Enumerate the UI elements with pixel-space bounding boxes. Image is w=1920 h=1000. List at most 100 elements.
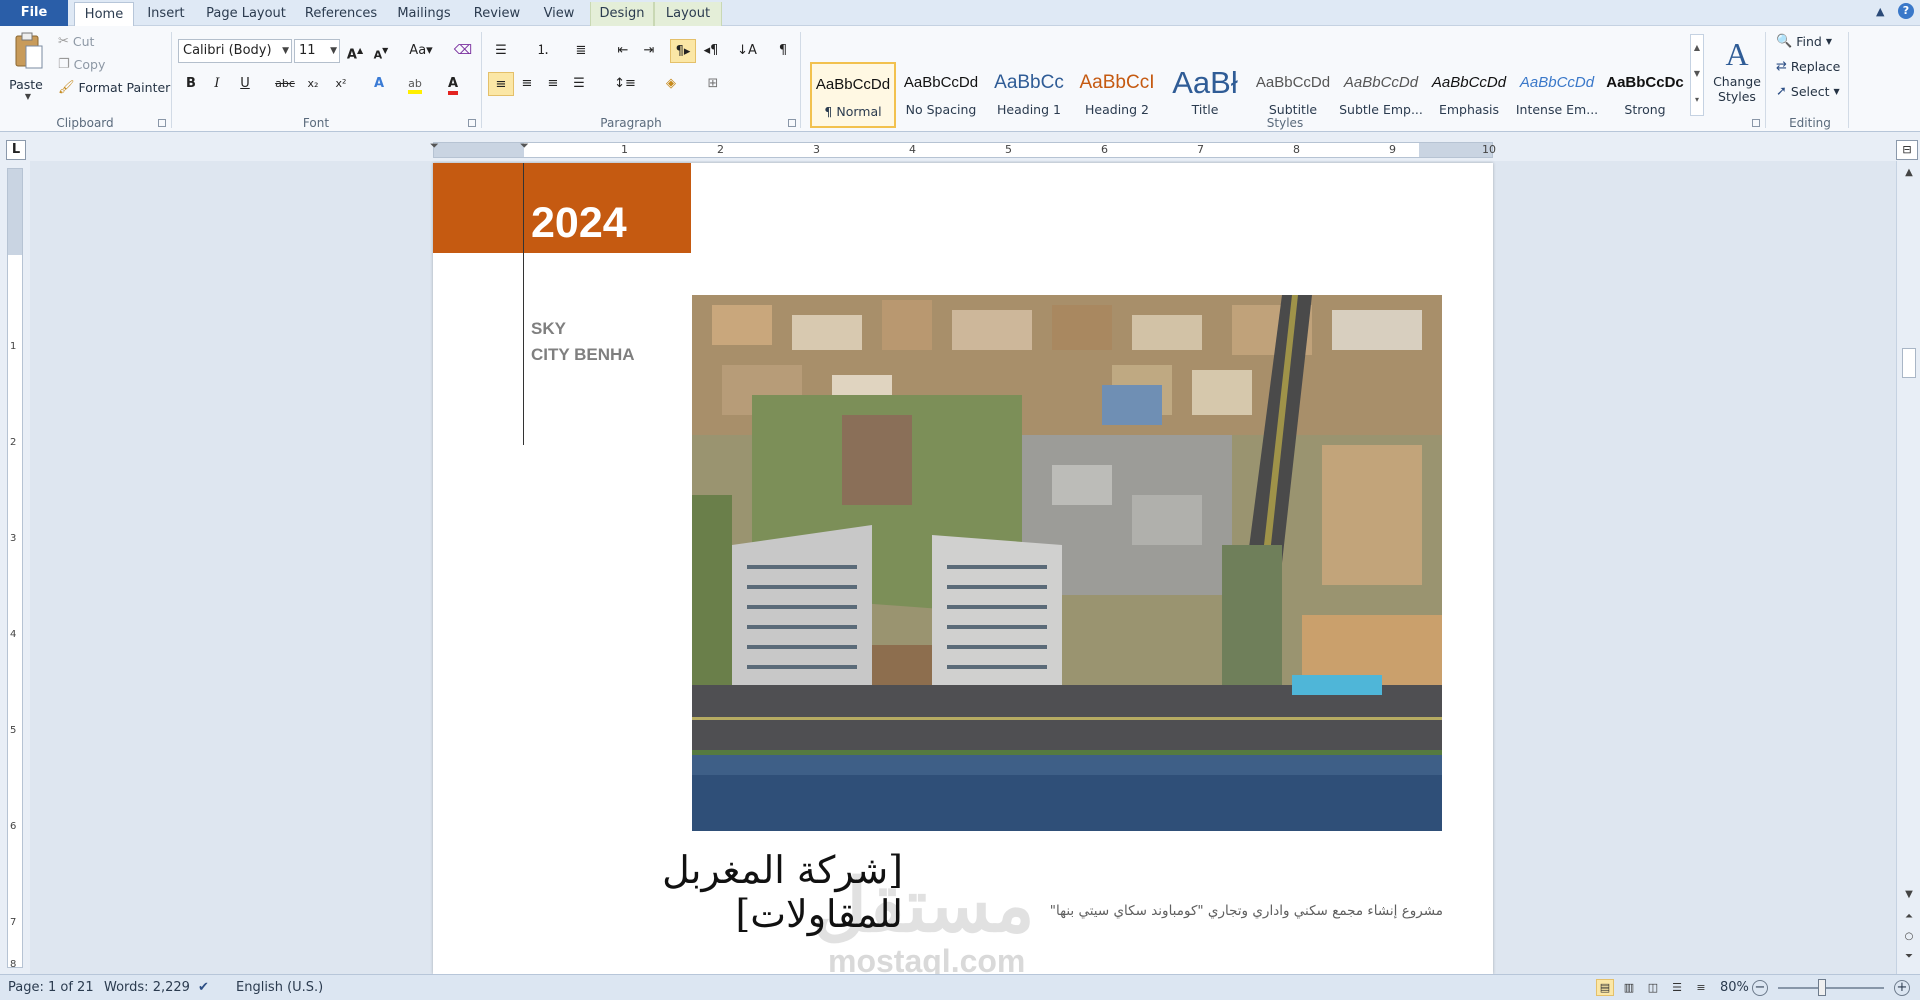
paragraph-group-label: Paragraph xyxy=(600,116,662,130)
vertical-scrollbar[interactable]: ▲ ▼ ⏶ ○ ⏷ xyxy=(1896,161,1920,974)
help-icon[interactable]: ? xyxy=(1898,3,1914,19)
draft-view-icon[interactable]: ≡ xyxy=(1692,979,1710,996)
print-layout-view-icon[interactable]: ▤ xyxy=(1596,979,1614,996)
view-ruler-icon[interactable]: ⊟ xyxy=(1896,140,1918,160)
tab-design[interactable]: Design xyxy=(590,2,654,26)
sort-icon: ↓A xyxy=(737,43,757,58)
browse-object-icon[interactable]: ○ xyxy=(1901,931,1917,942)
align-center-button[interactable]: ≡ xyxy=(514,72,540,96)
clipboard-launcher-icon[interactable] xyxy=(158,119,166,127)
sort-button[interactable]: ↓A xyxy=(734,39,760,63)
paste-button[interactable]: Paste ▼ xyxy=(9,32,46,101)
previous-page-icon[interactable]: ⏶ xyxy=(1901,911,1917,922)
line-spacing-button[interactable]: ↕≡ xyxy=(612,72,638,96)
show-marks-button[interactable]: ¶ xyxy=(770,39,796,63)
borders-button[interactable]: ⊞ xyxy=(700,72,726,96)
style-name: Strong xyxy=(1624,102,1666,117)
find-button[interactable]: 🔍 Find ▼ xyxy=(1776,34,1832,49)
align-left-button[interactable]: ≡ xyxy=(488,72,514,96)
word-count[interactable]: Words: 2,229 xyxy=(104,980,190,995)
increase-indent-button[interactable]: ⇥ xyxy=(636,39,662,63)
styles-scroll[interactable]: ▲ ▼ ▾ xyxy=(1690,34,1704,116)
ruler-number: 7 xyxy=(1197,143,1204,156)
align-right-button[interactable]: ≡ xyxy=(540,72,566,96)
shading-button[interactable]: ◈ xyxy=(658,72,684,96)
font-launcher-icon[interactable] xyxy=(468,119,476,127)
tab-page-layout[interactable]: Page Layout xyxy=(200,2,292,26)
find-label: Find xyxy=(1796,34,1822,49)
select-button[interactable]: ➚ Select ▼ xyxy=(1776,84,1840,99)
divider xyxy=(1848,32,1849,128)
zoom-out-icon[interactable]: − xyxy=(1752,980,1768,996)
bold-button[interactable]: B xyxy=(178,72,204,96)
tab-file[interactable]: File xyxy=(0,0,68,26)
shrink-font-button[interactable]: A▼ xyxy=(368,39,394,63)
numbering-button[interactable]: ⒈ xyxy=(530,39,556,63)
proofing-icon[interactable]: ✔ xyxy=(198,980,209,995)
justify-button[interactable]: ☰ xyxy=(566,72,592,96)
bullets-button[interactable]: ☰ xyxy=(488,39,514,63)
next-page-icon[interactable]: ⏷ xyxy=(1901,951,1917,962)
horizontal-ruler[interactable]: ⏷ ⏷ 1 2 3 4 5 6 7 8 9 10 xyxy=(430,139,1496,158)
word-window: File Home Insert Page Layout References … xyxy=(0,0,1920,1000)
styles-launcher-icon[interactable] xyxy=(1752,119,1760,127)
project-subtitle[interactable]: مشروع إنشاء مجمع سكني واداري وتجاري "كوم… xyxy=(853,903,1443,919)
multilevel-list-button[interactable]: ≣ xyxy=(568,39,594,63)
superscript-button[interactable]: x² xyxy=(328,72,354,96)
font-size-combo[interactable]: 11 ▼ xyxy=(294,39,340,63)
company-name-title[interactable]: [شركة المغربل للمقاولات] xyxy=(483,848,903,936)
replace-label: Replace xyxy=(1790,59,1841,74)
copy-button[interactable]: ❐ Copy xyxy=(58,57,105,72)
change-styles-button[interactable]: A Change Styles xyxy=(1710,34,1764,104)
right-to-left-button[interactable]: ◂¶ xyxy=(698,39,724,63)
replace-button[interactable]: ⇄ Replace xyxy=(1776,59,1840,74)
tab-layout[interactable]: Layout xyxy=(654,2,722,26)
underline-button[interactable]: U xyxy=(232,72,258,96)
subscript-button[interactable]: x₂ xyxy=(300,72,326,96)
page-count[interactable]: Page: 1 of 21 xyxy=(8,980,94,995)
indent-marker-icon[interactable]: ⏷ xyxy=(520,139,529,153)
tab-home[interactable]: Home xyxy=(74,2,134,27)
style-name: Subtitle xyxy=(1268,102,1318,117)
full-screen-reading-icon[interactable]: ▥ xyxy=(1620,979,1638,996)
scroll-thumb[interactable] xyxy=(1902,348,1916,378)
change-case-button[interactable]: Aa▾ xyxy=(404,39,438,63)
language[interactable]: English (U.S.) xyxy=(236,980,323,995)
tab-insert[interactable]: Insert xyxy=(140,2,192,26)
text-effects-button[interactable]: A xyxy=(366,72,392,96)
zoom-level[interactable]: 80% xyxy=(1720,980,1749,995)
tab-view[interactable]: View xyxy=(536,2,582,26)
strikethrough-button[interactable]: abc xyxy=(272,72,298,96)
decrease-indent-button[interactable]: ⇤ xyxy=(610,39,636,63)
document-page[interactable]: 2024 SKY CITY BENHA مستقل mostaql.com [ش… xyxy=(433,163,1493,974)
font-name-combo[interactable]: Calibri (Body) ▼ xyxy=(178,39,292,63)
tab-review[interactable]: Review xyxy=(466,2,528,26)
italic-button[interactable]: I xyxy=(204,72,230,96)
scroll-down-icon[interactable]: ▼ xyxy=(1901,889,1917,900)
indent-marker-icon[interactable]: ⏷ xyxy=(430,139,439,153)
highlight-button[interactable]: ab xyxy=(402,72,428,96)
outline-view-icon[interactable]: ☰ xyxy=(1668,979,1686,996)
zoom-in-icon[interactable]: + xyxy=(1894,980,1910,996)
grow-font-button[interactable]: A▲ xyxy=(342,39,368,63)
scroll-up-icon[interactable]: ▲ xyxy=(1901,167,1917,178)
format-painter-button[interactable]: 🖌 Format Painter xyxy=(58,80,170,95)
ltr-icon: ¶▸ xyxy=(675,44,691,59)
tab-selector-button[interactable]: L xyxy=(6,140,26,160)
left-to-right-button[interactable]: ¶▸ xyxy=(670,39,696,63)
clear-formatting-button[interactable]: ⌫ xyxy=(450,39,476,63)
year-text[interactable]: 2024 xyxy=(531,199,627,248)
zoom-slider-track[interactable] xyxy=(1778,987,1884,989)
chevron-down-icon: ▼ xyxy=(282,46,289,56)
web-layout-icon[interactable]: ◫ xyxy=(1644,979,1662,996)
project-name-text[interactable]: SKY CITY BENHA xyxy=(531,316,635,368)
font-color-button[interactable]: A xyxy=(440,72,466,96)
tab-references[interactable]: References xyxy=(300,2,382,26)
zoom-slider-thumb[interactable] xyxy=(1818,979,1826,996)
vertical-ruler[interactable]: 1 2 3 4 5 6 7 8 xyxy=(7,168,23,970)
paragraph-launcher-icon[interactable] xyxy=(788,119,796,127)
cover-aerial-image[interactable] xyxy=(692,295,1442,831)
cut-button[interactable]: ✂ Cut xyxy=(58,34,94,49)
tab-mailings[interactable]: Mailings xyxy=(390,2,458,26)
minimize-ribbon-icon[interactable]: ▲ xyxy=(1876,5,1884,18)
